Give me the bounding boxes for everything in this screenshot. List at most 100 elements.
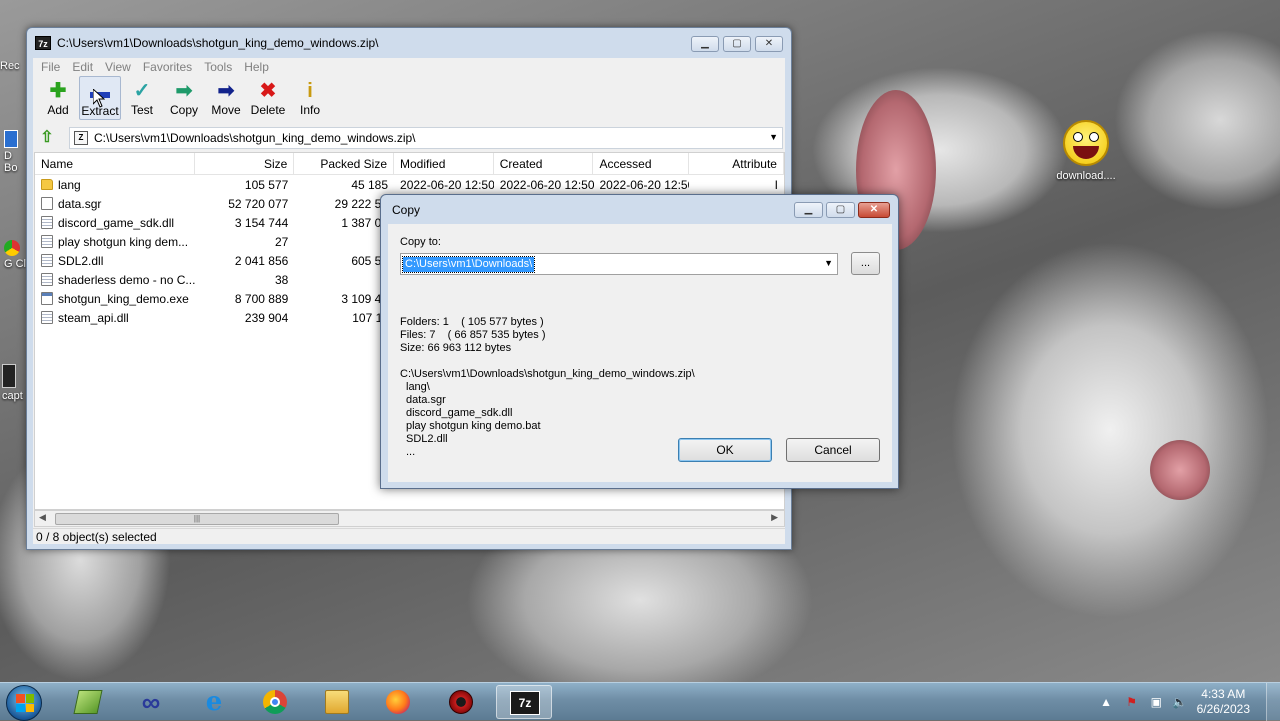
- cell-size: 38: [274, 272, 289, 287]
- menu-help[interactable]: Help: [238, 58, 275, 76]
- cell-size: 3 154 744: [234, 215, 289, 230]
- folder-icon: [325, 690, 349, 714]
- archive-icon: Z: [74, 131, 88, 145]
- toolbar-add-button[interactable]: ✚ Add: [37, 76, 79, 120]
- taskbar-infinity-app[interactable]: ∞: [123, 685, 179, 719]
- cell-size: 8 700 889: [234, 291, 289, 306]
- cell-name: SDL2.dll: [35, 254, 195, 268]
- cell-name: play shotgun king dem...: [35, 235, 195, 249]
- desktop-icon-label: download....: [1056, 170, 1116, 182]
- chevron-down-icon[interactable]: ▼: [824, 258, 833, 268]
- toolbar-copy-button[interactable]: ➡ Copy: [163, 76, 205, 120]
- close-button[interactable]: ✕: [755, 36, 783, 52]
- menu-favorites[interactable]: Favorites: [137, 58, 198, 76]
- menu-view[interactable]: View: [99, 58, 137, 76]
- browse-button[interactable]: ...: [851, 252, 880, 275]
- taskbar-internet-explorer[interactable]: e: [186, 685, 242, 719]
- desktop-icon-download[interactable]: download....: [1052, 120, 1120, 182]
- toolbar-label: Add: [47, 103, 69, 117]
- address-text: C:\Users\vm1\Downloads\shotgun_king_demo…: [94, 131, 416, 145]
- source-item: play shotgun king demo.bat: [406, 420, 541, 432]
- address-row: ⇧ Z C:\Users\vm1\Downloads\shotgun_king_…: [33, 126, 785, 150]
- window-titlebar[interactable]: 7z C:\Users\vm1\Downloads\shotgun_king_d…: [27, 28, 791, 58]
- menu-file[interactable]: File: [35, 58, 66, 76]
- taskbar-green-app[interactable]: [60, 685, 116, 719]
- scroll-left-icon[interactable]: ◀: [39, 512, 46, 523]
- table-row[interactable]: lang 105 577 45 185 2022-06-20 12:50 2022-06…: [35, 175, 784, 194]
- 7zip-app-icon: 7z: [35, 36, 51, 50]
- ok-button[interactable]: OK: [678, 438, 772, 462]
- scroll-right-icon[interactable]: ▶: [771, 512, 778, 523]
- green-app-icon: [73, 690, 103, 714]
- cancel-button[interactable]: Cancel: [786, 438, 880, 462]
- column-header-size[interactable]: Size: [195, 153, 295, 174]
- source-item: discord_game_sdk.dll: [406, 407, 513, 419]
- red-gear-icon: [449, 690, 473, 714]
- dialog-minimize-button[interactable]: ▁: [794, 202, 823, 218]
- taskbar-firefox[interactable]: [370, 685, 426, 719]
- toolbar-info-button[interactable]: i Info: [289, 76, 331, 120]
- file-icon: [41, 216, 53, 229]
- maximize-button[interactable]: ▢: [723, 36, 751, 52]
- arrow-right-icon: ➡: [175, 80, 193, 102]
- file-name: steam_api.dll: [58, 310, 129, 325]
- desktop-icon-label: D Bo: [4, 150, 18, 174]
- address-bar[interactable]: Z C:\Users\vm1\Downloads\shotgun_king_de…: [69, 127, 783, 149]
- desktop-icon-d[interactable]: D Bo: [4, 130, 26, 174]
- column-header-accessed[interactable]: Accessed: [593, 153, 690, 174]
- minimize-button[interactable]: ▁: [691, 36, 719, 52]
- copy-dialog: Copy ▁ ▢ ✕ Copy to: C:\Users\vm1\Downloa…: [380, 194, 899, 489]
- desktop-icon-capt[interactable]: capt: [2, 364, 28, 402]
- column-header-name[interactable]: Name: [35, 153, 195, 174]
- toolbar-delete-button[interactable]: ✖ Delete: [247, 76, 289, 120]
- column-header-attributes[interactable]: Attribute: [689, 153, 784, 174]
- scrollbar-thumb[interactable]: |||: [55, 513, 339, 525]
- clock-date: 6/26/2023: [1196, 702, 1250, 716]
- up-folder-button[interactable]: ⇧: [36, 128, 58, 148]
- taskbar-red-gear-app[interactable]: [433, 685, 489, 719]
- file-name: shaderless demo - no C...: [58, 272, 195, 287]
- volume-muted-icon[interactable]: 🔈: [1172, 695, 1187, 709]
- toolbar-test-button[interactable]: ✓ Test: [121, 76, 163, 120]
- clock-time: 4:33 AM: [1201, 687, 1246, 701]
- menu-edit[interactable]: Edit: [66, 58, 99, 76]
- toolbar-label: Test: [130, 103, 153, 117]
- dialog-title: Copy: [392, 203, 421, 217]
- menu-tools[interactable]: Tools: [198, 58, 238, 76]
- copy-to-label: Copy to:: [400, 236, 441, 248]
- dialog-close-button[interactable]: ✕: [858, 202, 890, 218]
- cell-modified: 2022-06-20 12:50: [400, 177, 494, 192]
- file-icon: [41, 292, 53, 305]
- toolbar-move-button[interactable]: ➡ Move: [205, 76, 247, 120]
- status-bar: 0 / 8 object(s) selected: [33, 528, 785, 544]
- file-icon: [41, 273, 53, 286]
- file-name: SDL2.dll: [58, 253, 104, 268]
- destination-combobox[interactable]: C:\Users\vm1\Downloads\ ▼: [400, 253, 838, 275]
- toolbar-label: Info: [299, 103, 320, 117]
- desktop-icon-label: capt: [2, 390, 23, 402]
- dialog-maximize-button[interactable]: ▢: [826, 202, 855, 218]
- taskbar-chrome[interactable]: [247, 685, 303, 719]
- windows-logo-icon: [16, 694, 34, 712]
- column-header-modified[interactable]: Modified: [394, 153, 494, 174]
- toolbar-label: Copy: [169, 103, 198, 117]
- chevron-down-icon[interactable]: ▼: [769, 132, 778, 142]
- column-header-packed-size[interactable]: Packed Size: [294, 153, 395, 174]
- taskbar-file-explorer[interactable]: [309, 685, 365, 719]
- desktop-icon-label: G Cl: [4, 258, 26, 270]
- destination-path[interactable]: C:\Users\vm1\Downloads\: [401, 256, 536, 273]
- size-info: Size: 66 963 112 bytes: [400, 342, 512, 354]
- action-center-icon[interactable]: ⚑: [1126, 695, 1137, 709]
- cell-size: 52 720 077: [228, 196, 289, 211]
- taskbar-7zip[interactable]: 7z: [496, 685, 552, 719]
- clock[interactable]: 4:33 AM 6/26/2023: [1197, 687, 1250, 717]
- firefox-icon: [386, 690, 410, 714]
- show-desktop-button[interactable]: [1266, 683, 1280, 721]
- show-hidden-icons-icon[interactable]: ▲: [1100, 695, 1112, 709]
- horizontal-scrollbar[interactable]: ◀ ||| ▶: [34, 510, 785, 527]
- network-icon[interactable]: ▣: [1151, 695, 1162, 709]
- column-header-created[interactable]: Created: [494, 153, 594, 174]
- info-icon: i: [307, 80, 313, 102]
- desktop-icon-g[interactable]: G Cl: [4, 240, 26, 270]
- start-button[interactable]: [6, 685, 42, 721]
